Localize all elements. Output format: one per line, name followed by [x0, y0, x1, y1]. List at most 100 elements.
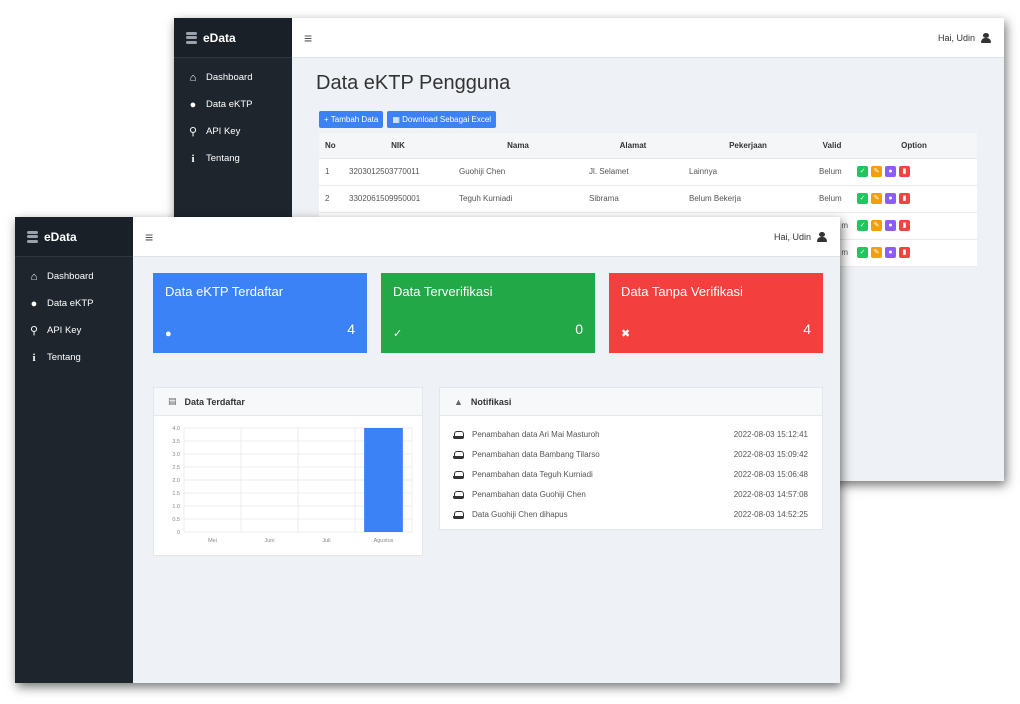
verify-icon[interactable]: ✓	[857, 193, 868, 204]
detail-icon[interactable]: ●	[885, 193, 896, 204]
database-icon	[186, 31, 197, 44]
cell-valid: Belum	[813, 185, 851, 213]
card-count: 4	[803, 321, 811, 337]
notification-panel: ▲ Notifikasi Penambahan data Ari Mai Mas…	[439, 387, 823, 530]
verify-icon[interactable]: ✓	[857, 247, 868, 258]
x-tick-label: Agustus	[374, 538, 394, 544]
brand-name: eData	[203, 30, 236, 45]
list-item[interactable]: Penambahan data Bambang Tilarso 2022-08-0…	[440, 444, 822, 464]
brand[interactable]: eData	[174, 18, 292, 58]
cell-alamat: Sibrama	[583, 185, 683, 213]
cell-options: ✓ ✎ ● ▮	[851, 185, 977, 213]
y-tick-label: 3.5	[172, 439, 180, 445]
brand[interactable]: eData	[15, 217, 133, 257]
user-menu[interactable]: Hai, Udin	[774, 231, 828, 242]
column-header: NIK	[343, 133, 453, 159]
key-icon: ⚲	[29, 325, 39, 337]
card-registered[interactable]: Data eKTP Terdaftar ● 4	[153, 273, 367, 353]
main-content: Data eKTP Terdaftar ● 4 Data Terverifika…	[133, 257, 840, 683]
list-item[interactable]: Penambahan data Ari Mai Masturoh 2022-08-…	[440, 424, 822, 444]
card-count: 4	[347, 321, 355, 337]
check-icon: ✓	[393, 328, 403, 340]
notification-panel-title: Notifikasi	[470, 396, 512, 407]
card-verified[interactable]: Data Terverifikasi ✓ 0	[381, 273, 595, 353]
home-icon: ⌂	[189, 71, 197, 84]
info-icon: i	[32, 351, 36, 364]
column-header: No	[319, 133, 343, 159]
notification-text: Penambahan data Bambang Tilarso	[472, 449, 600, 459]
notification-time: 2022-08-03 14:57:08	[733, 489, 808, 499]
y-tick-label: 0	[177, 530, 180, 536]
column-header: Valid	[813, 133, 851, 159]
card-count: 0	[575, 321, 583, 337]
notification-text: Penambahan data Ari Mai Masturoh	[472, 429, 600, 439]
user-icon: ●	[165, 328, 172, 340]
y-tick-label: 2.0	[172, 478, 180, 484]
verify-icon[interactable]: ✓	[857, 166, 868, 177]
table-row: 2 3302061509950001 Teguh Kurniadi Sibram…	[319, 185, 977, 213]
x-tick-label: Juni	[264, 538, 274, 544]
edit-icon[interactable]: ✎	[871, 166, 882, 177]
delete-icon[interactable]: ▮	[899, 247, 910, 258]
sidebar-item-label: Data eKTP	[47, 298, 94, 309]
cell-nik: 3203012503770011	[343, 158, 453, 186]
chart-panel-title: Data Terdaftar	[184, 396, 245, 407]
page-title: Data eKTP Pengguna	[316, 72, 511, 94]
download-excel-button[interactable]: ▦ Download Sebagai Excel	[387, 111, 497, 128]
cell-no: 2	[319, 185, 343, 213]
detail-icon[interactable]: ●	[885, 247, 896, 258]
list-item[interactable]: Penambahan data Teguh Kurniadi 2022-08-03…	[440, 464, 822, 484]
sidebar-item-label: API Key	[206, 126, 241, 137]
sidebar-item-data-ektp[interactable]: ● Data eKTP	[15, 290, 133, 317]
verify-icon[interactable]: ✓	[857, 220, 868, 231]
topbar: ≡ Hai, Udin	[292, 18, 1004, 58]
list-item[interactable]: Penambahan data Guohiji Chen 2022-08-03 1…	[440, 484, 822, 504]
sidebar-item-dashboard[interactable]: ⌂ Dashboard	[174, 64, 292, 91]
add-data-button[interactable]: + Tambah Data	[319, 111, 384, 128]
edit-icon[interactable]: ✎	[871, 220, 882, 231]
sidebar-item-api-key[interactable]: ⚲ API Key	[15, 317, 133, 344]
delete-icon[interactable]: ▮	[899, 166, 910, 177]
sidebar-item-tentang[interactable]: i Tentang	[174, 145, 292, 172]
chart-icon: ▤	[168, 396, 177, 406]
sidebar-item-label: Dashboard	[47, 271, 94, 282]
menu-toggle-icon[interactable]: ≡	[145, 229, 153, 245]
info-icon: i	[191, 152, 195, 165]
detail-icon[interactable]: ●	[885, 166, 896, 177]
edit-icon[interactable]: ✎	[871, 247, 882, 258]
sidebar-item-tentang[interactable]: i Tentang	[15, 344, 133, 371]
y-tick-label: 0.5	[172, 517, 180, 523]
list-item[interactable]: Data Guohiji Chen dihapus 2022-08-03 14:5…	[440, 504, 822, 524]
cell-alamat: Jl. Selamet	[583, 158, 683, 186]
delete-icon[interactable]: ▮	[899, 220, 910, 231]
detail-icon[interactable]: ●	[885, 220, 896, 231]
user-menu[interactable]: Hai, Udin	[938, 32, 992, 43]
sidebar-item-data-ektp[interactable]: ● Data eKTP	[174, 91, 292, 118]
cell-pekerjaan: Belum Bekerja	[683, 185, 813, 213]
cell-nama: Guohiji Chen	[453, 158, 583, 186]
menu-toggle-icon[interactable]: ≡	[304, 30, 312, 46]
y-tick-label: 1.0	[172, 504, 180, 510]
edit-icon[interactable]: ✎	[871, 193, 882, 204]
home-icon: ⌂	[30, 270, 38, 283]
sidebar-item-label: Dashboard	[206, 72, 253, 83]
column-header: Nama	[453, 133, 583, 159]
notification-time: 2022-08-03 15:06:48	[733, 469, 808, 479]
y-tick-label: 1.5	[172, 491, 180, 497]
brand-name: eData	[44, 229, 77, 244]
inbox-icon	[453, 510, 464, 519]
delete-icon[interactable]: ▮	[899, 193, 910, 204]
cell-pekerjaan: Lainnya	[683, 158, 813, 186]
y-tick-label: 4.0	[172, 426, 180, 432]
sidebar-item-api-key[interactable]: ⚲ API Key	[174, 118, 292, 145]
column-header: Alamat	[583, 133, 683, 159]
inbox-icon	[453, 490, 464, 499]
cell-options: ✓ ✎ ● ▮	[851, 212, 977, 240]
chart-panel-header: ▤ Data Terdaftar	[154, 388, 422, 416]
times-circle-icon: ✖	[621, 328, 631, 340]
card-unverified[interactable]: Data Tanpa Verifikasi ✖ 4	[609, 273, 823, 353]
sidebar-item-label: API Key	[47, 325, 82, 336]
bar	[364, 428, 403, 532]
inbox-icon	[453, 430, 464, 439]
sidebar-item-dashboard[interactable]: ⌂ Dashboard	[15, 263, 133, 290]
